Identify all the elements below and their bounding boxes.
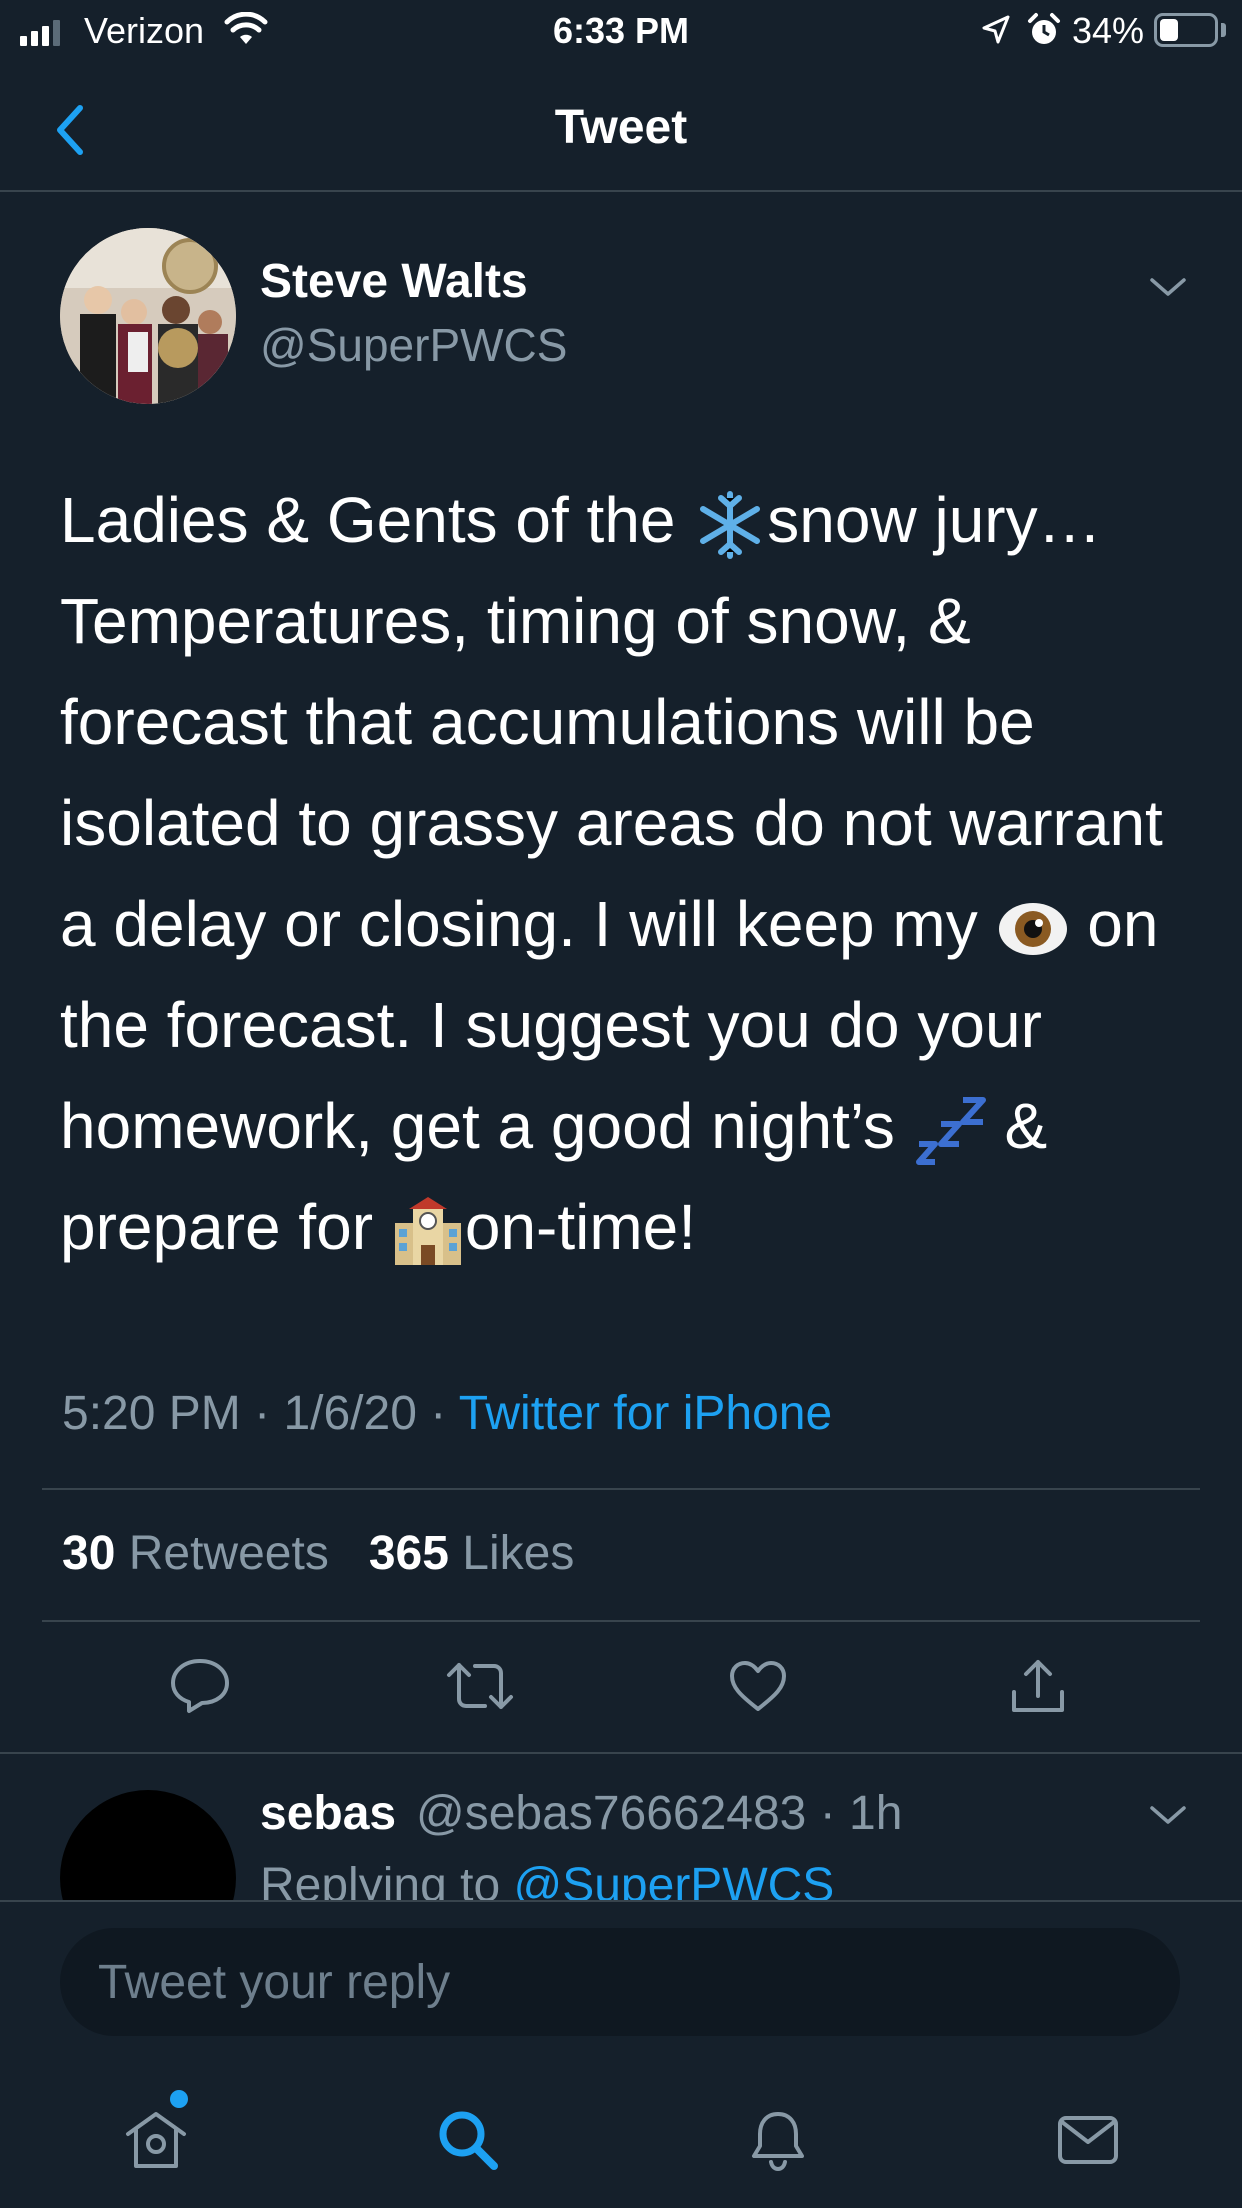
- reply-author-handle[interactable]: @sebas76662483: [416, 1787, 806, 1840]
- tweet-date: 1/6/20: [283, 1387, 417, 1440]
- home-icon: [126, 2112, 186, 2168]
- replying-to-label: Replying to: [260, 1859, 501, 1900]
- tab-messages[interactable]: [1048, 2100, 1128, 2180]
- retweets-count: 30: [62, 1527, 116, 1580]
- reply-button[interactable]: [160, 1656, 240, 1716]
- reply-author-meta: @sebas76662483 · 1h: [416, 1786, 902, 1841]
- divider: [42, 1488, 1200, 1490]
- eye-emoji: [998, 903, 1067, 956]
- tweet-time: 5:20 PM: [62, 1387, 241, 1440]
- retweet-button[interactable]: [440, 1656, 520, 1716]
- tweet-timestamp: 5:20 PM · 1/6/20 · Twitter for iPhone: [62, 1386, 832, 1441]
- avatar-photo: [60, 228, 236, 404]
- nav-bar: Tweet: [0, 64, 1242, 192]
- tab-search[interactable]: [428, 2100, 508, 2180]
- battery-level-fill: [1160, 19, 1178, 41]
- retweet-icon: [447, 1663, 513, 1709]
- page-title: Tweet: [554, 101, 688, 154]
- likes-stat[interactable]: 365 Likes: [369, 1527, 575, 1580]
- reply-icon: [171, 1659, 229, 1713]
- retweets-label: Retweets: [128, 1527, 329, 1580]
- battery-tip: [1221, 23, 1226, 37]
- share-button[interactable]: [998, 1656, 1078, 1716]
- replying-to: Replying to @SuperPWCS: [260, 1858, 834, 1900]
- author-handle[interactable]: @SuperPWCS: [260, 318, 567, 372]
- meta-separator: ·: [254, 1387, 271, 1440]
- replying-to-handle[interactable]: @SuperPWCS: [513, 1859, 834, 1900]
- divider: [42, 1620, 1200, 1622]
- bell-icon: [752, 2112, 804, 2171]
- tab-notifications[interactable]: [738, 2100, 818, 2180]
- meta-separator: ·: [430, 1387, 447, 1440]
- tweet-text-part: on-time!: [464, 1191, 697, 1263]
- battery-percent: 34%: [1072, 10, 1145, 51]
- heart-icon: [730, 1661, 786, 1711]
- reply-author-name[interactable]: sebas: [260, 1786, 396, 1841]
- tweet-source-link[interactable]: Twitter for iPhone: [459, 1387, 833, 1440]
- status-bar: Verizon 6:33 PM 34%: [0, 0, 1242, 64]
- like-button[interactable]: [718, 1656, 798, 1716]
- tweet-text-part: Ladies & Gents of the: [60, 484, 694, 556]
- mail-icon: [1058, 2116, 1118, 2164]
- chevron-down-icon[interactable]: [1146, 272, 1190, 302]
- alarm-icon: [1028, 13, 1060, 44]
- home-notification-dot: [170, 2090, 188, 2108]
- zzz-emoji: [915, 1097, 986, 1166]
- reply-input[interactable]: [60, 1928, 1180, 2036]
- tweet-stats: 30 Retweets 365 Likes: [62, 1526, 574, 1581]
- likes-count: 365: [368, 1527, 449, 1580]
- tweet-text: Ladies & Gents of the snow jury…Temperat…: [60, 470, 1200, 1278]
- chevron-down-icon[interactable]: [1146, 1800, 1190, 1830]
- reply-age: · 1h: [819, 1787, 903, 1840]
- search-icon: [439, 2111, 498, 2170]
- divider: [0, 1752, 1242, 1754]
- retweets-stat[interactable]: 30 Retweets: [62, 1527, 329, 1580]
- tab-home[interactable]: [116, 2100, 196, 2180]
- battery-icon: [1154, 13, 1218, 47]
- author-avatar[interactable]: [60, 228, 236, 404]
- likes-label: Likes: [462, 1527, 575, 1580]
- snowflake-emoji: [700, 491, 761, 560]
- location-arrow-icon: [982, 15, 1010, 44]
- author-name[interactable]: Steve Walts: [260, 254, 528, 309]
- school-emoji: [394, 1197, 461, 1266]
- share-icon: [1012, 1660, 1064, 1712]
